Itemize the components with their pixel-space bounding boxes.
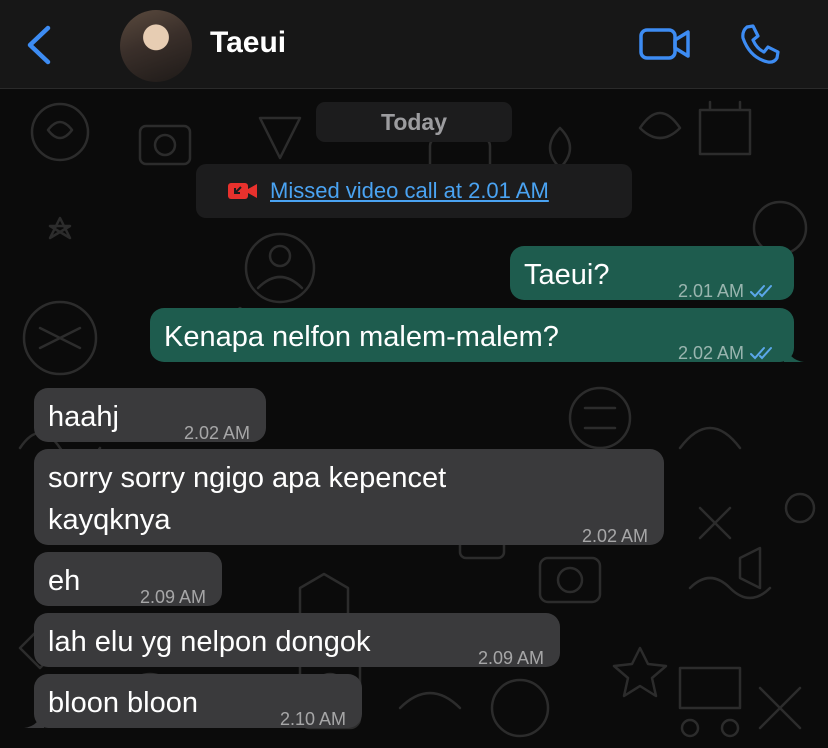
- phone-icon[interactable]: [738, 22, 782, 66]
- missed-video-call-icon: [228, 183, 257, 199]
- message-bubble-outgoing[interactable]: Taeui? 2.01 AM: [510, 246, 794, 301]
- message-meta: 2.02 AM: [184, 412, 250, 454]
- message-text: lah elu yg nelpon dongok: [48, 626, 371, 658]
- message-text: eh: [48, 565, 81, 597]
- message-bubble-outgoing[interactable]: Kenapa nelfon malem-malem? 2.02 AM: [150, 308, 804, 363]
- message-meta: 2.09 AM: [140, 576, 206, 618]
- message-text: Kenapa nelfon malem-malem?: [164, 321, 559, 353]
- message-bubble-incoming[interactable]: haahj 2.02 AM: [34, 388, 266, 443]
- chevron-left-icon[interactable]: [22, 24, 56, 66]
- message-bubble-incoming[interactable]: lah elu yg nelpon dongok 2.09 AM: [34, 613, 560, 668]
- message-time: 2.09 AM: [139, 587, 206, 607]
- missed-call-notice[interactable]: Missed video call at 2.01 AM: [196, 164, 632, 218]
- avatar[interactable]: [120, 10, 192, 82]
- date-separator: Today: [316, 102, 512, 142]
- message-bubble-incoming[interactable]: eh 2.09 AM: [34, 552, 222, 607]
- message-meta: 2.02 AM: [582, 515, 648, 557]
- missed-call-link[interactable]: Missed video call at 2.01 AM: [270, 178, 549, 204]
- chat-header: Taeui: [0, 0, 828, 89]
- message-time: 2.02 AM: [581, 526, 648, 546]
- message-text: sorry sorry ngigo apa kepencet kayqknya: [48, 462, 447, 536]
- bubble-tail: [784, 342, 804, 362]
- message-meta: 2.10 AM: [280, 698, 346, 740]
- message-time: 2.10 AM: [279, 709, 346, 729]
- date-separator-label: Today: [380, 108, 448, 135]
- message-meta: 2.02 AM: [678, 332, 776, 374]
- message-text: bloon bloon: [48, 687, 198, 719]
- contact-name[interactable]: Taeui: [210, 26, 286, 60]
- message-meta: 2.09 AM: [478, 637, 544, 679]
- message-time: 2.02 AM: [183, 423, 250, 443]
- message-text: haahj: [48, 401, 119, 433]
- message-text: Taeui?: [524, 259, 610, 291]
- video-camera-icon[interactable]: [638, 24, 692, 64]
- message-meta: 2.01 AM: [678, 270, 776, 312]
- message-time: 2.02 AM: [677, 343, 744, 363]
- message-bubble-incoming[interactable]: sorry sorry ngigo apa kepencet kayqknya …: [34, 449, 664, 546]
- message-time: 2.01 AM: [677, 281, 744, 301]
- bubble-tail: [24, 708, 44, 728]
- message-bubble-incoming[interactable]: bloon bloon 2.10 AM: [24, 674, 362, 729]
- read-ticks-icon: [750, 347, 772, 360]
- read-ticks-icon: [750, 285, 772, 298]
- message-time: 2.09 AM: [477, 648, 544, 668]
